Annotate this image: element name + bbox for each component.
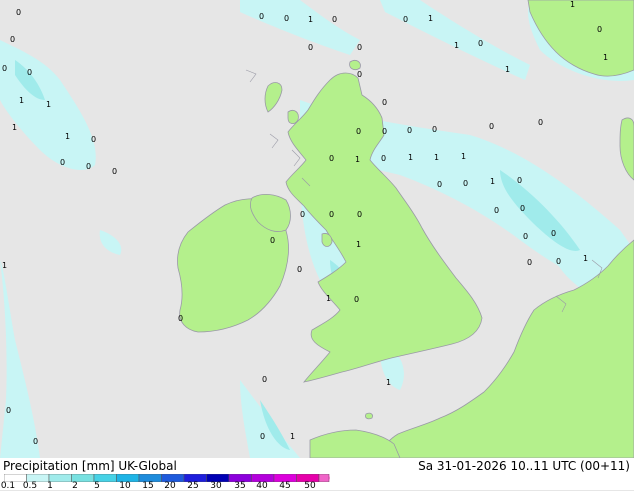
precip-label: 0 [432,125,437,134]
precip-label: 1 [454,41,459,50]
precip-label: 0 [357,70,362,79]
precip-label: 0 [91,135,96,144]
precip-label: 1 [461,152,466,161]
precip-label: 0 [284,14,289,23]
precip-label: 0 [329,154,334,163]
precip-label: 0 [556,257,561,266]
precip-label: 0 [407,126,412,135]
precip-label: 1 [2,261,7,270]
precip-label: 0 [178,314,183,323]
precip-label: 0 [300,210,305,219]
precip-label: 1 [46,100,51,109]
map-canvas: 0 0 0 0 1 1 1 1 0 0 0 0 0 0 1 0 0 1 1 0 0 0 1 0 1 1 0 0 0 0 0 0 0 0 0 1 0 1 1 1… [0,0,634,459]
precip-label: 0 [356,127,361,136]
colorbar-extension-arrow [329,474,330,482]
precip-label: 1 [12,123,17,132]
precip-label: 0 [259,12,264,21]
precip-label: 0 [33,437,38,446]
precip-label: 1 [570,0,575,9]
precip-label: 0 [527,258,532,267]
precip-label: 0 [538,118,543,127]
precip-label: 0 [270,236,275,245]
skye [287,110,299,124]
map-footer: Precipitation [mm] UK-Global Sa 31-01-20… [0,458,634,491]
colorbar-segment [318,474,330,482]
precip-label: 0 [262,375,267,384]
orkney-islands [349,60,361,70]
precip-label: 1 [355,155,360,164]
precip-label: 1 [583,254,588,263]
channel-islands [365,412,373,420]
precip-label: 0 [60,158,65,167]
precip-label: 0 [437,180,442,189]
precip-label: 1 [356,240,361,249]
precip-label: 0 [382,127,387,136]
precip-label: 0 [494,206,499,215]
precip-label: 0 [523,232,528,241]
precip-label: 1 [603,53,608,62]
precip-label: 0 [308,43,313,52]
precip-label: 0 [10,35,15,44]
precip-label: 1 [505,65,510,74]
precip-label: 0 [16,8,21,17]
precip-label: 0 [520,204,525,213]
precipitation-map: 0 0 0 0 1 1 1 1 0 0 0 0 0 0 1 0 0 1 1 0 0 0 1 0 1 1 0 0 0 0 0 0 0 0 0 1 0 1 1 1… [0,0,634,459]
precip-label: 0 [6,406,11,415]
precip-label: 1 [434,153,439,162]
forecast-datetime: Sa 31-01-2026 10..11 UTC (00+11) [418,459,630,473]
precip-label: 0 [463,179,468,188]
precip-label: 0 [27,68,32,77]
precip-label: 0 [332,15,337,24]
precip-label: 0 [329,210,334,219]
precip-label: 0 [112,167,117,176]
precip-label: 0 [357,210,362,219]
precip-label: 1 [65,132,70,141]
precip-label: 1 [290,432,295,441]
precip-label: 0 [381,154,386,163]
precip-label: 0 [489,122,494,131]
precip-label: 0 [478,39,483,48]
precip-label: 1 [326,294,331,303]
precip-label: 0 [354,295,359,304]
map-title: Precipitation [mm] UK-Global [3,459,177,473]
precip-label: 0 [382,98,387,107]
precip-label: 1 [308,15,313,24]
precip-label: 1 [19,96,24,105]
precip-label: 0 [357,43,362,52]
precip-label: 0 [597,25,602,34]
precip-label: 0 [86,162,91,171]
precip-label: 1 [490,177,495,186]
precip-label: 0 [260,432,265,441]
precip-label: 0 [551,229,556,238]
precip-label: 0 [297,265,302,274]
precip-label: 1 [408,153,413,162]
precip-label: 0 [403,15,408,24]
precip-label: 0 [2,64,7,73]
precip-label: 1 [428,14,433,23]
precip-label: 1 [386,378,391,387]
precip-label: 0 [517,176,522,185]
